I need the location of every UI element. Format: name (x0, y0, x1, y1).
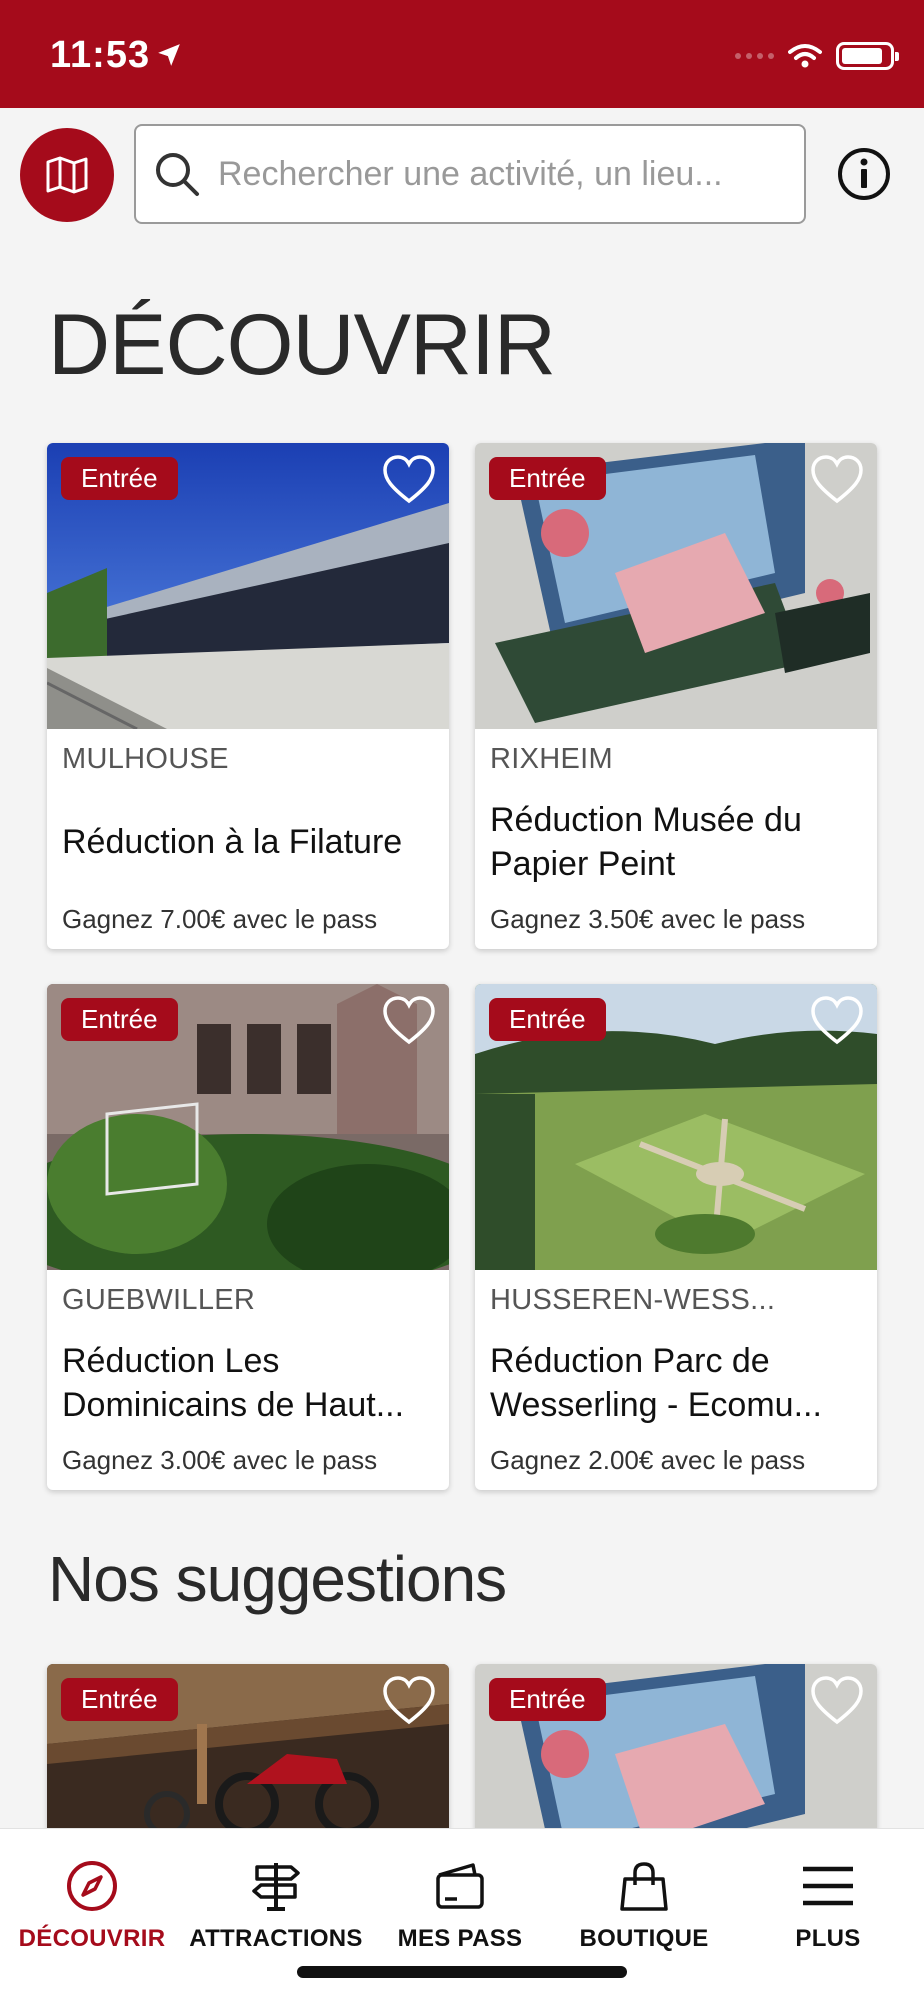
entry-badge: Entrée (489, 998, 606, 1041)
activity-card-dominicains[interactable]: Entrée GUEBWILLER Réduction Les Dominica… (47, 984, 449, 1490)
map-icon (46, 156, 88, 194)
compass-icon (67, 1861, 117, 1911)
status-time: 11:53 (50, 34, 151, 76)
location-arrow-icon (158, 44, 180, 66)
home-indicator[interactable] (297, 1966, 627, 1978)
info-icon[interactable] (836, 146, 892, 202)
shopping-bag-icon (620, 1862, 668, 1911)
favorite-heart-icon[interactable] (809, 453, 865, 505)
card-image: Entrée (47, 443, 449, 729)
status-indicators (735, 40, 899, 72)
favorite-heart-icon[interactable] (381, 1674, 437, 1726)
card-title: Réduction à la Filature (62, 823, 403, 861)
entry-badge: Entrée (61, 998, 178, 1041)
tab-mes-pass[interactable]: MES PASS (368, 1859, 552, 1953)
card-savings: Gagnez 2.00€ avec le pass (490, 1445, 806, 1475)
tab-label: MES PASS (397, 1925, 523, 1952)
card-image: Entrée (47, 984, 449, 1270)
section-title-suggestions: Nos suggestions (48, 1543, 507, 1615)
wifi-icon (788, 44, 822, 68)
card-savings: Gagnez 3.00€ avec le pass (62, 1445, 378, 1475)
card-title: Réduction Les Dominicains de Haut... (62, 1342, 405, 1424)
card-city: RIXHEIM (490, 743, 613, 775)
card-city: HUSSEREN-WESS... (490, 1284, 776, 1316)
tab-label: DÉCOUVRIR (18, 1925, 166, 1952)
map-button[interactable] (20, 128, 114, 222)
card-city: MULHOUSE (62, 743, 229, 775)
entry-badge: Entrée (489, 457, 606, 500)
favorite-heart-icon[interactable] (809, 1674, 865, 1726)
favorite-heart-icon[interactable] (381, 994, 437, 1046)
card-title: Réduction Parc de Wesserling - Ecomu... (490, 1342, 822, 1424)
tab-attractions[interactable]: ATTRACTIONS (184, 1859, 368, 1953)
tab-plus[interactable]: PLUS (736, 1859, 920, 1953)
card-savings: Gagnez 7.00€ avec le pass (62, 904, 378, 934)
card-title: Réduction Musée du Papier Peint (490, 801, 802, 883)
section-title-discover: DÉCOUVRIR (48, 297, 556, 393)
activity-card-filature[interactable]: Entrée MULHOUSE Réduction à la Filature … (47, 443, 449, 949)
menu-icon (803, 1866, 853, 1906)
card-image: Entrée (475, 984, 877, 1270)
search-input[interactable] (218, 154, 778, 194)
card-savings: Gagnez 3.50€ avec le pass (490, 904, 806, 934)
card-image: Entrée (475, 443, 877, 729)
entry-badge: Entrée (489, 1678, 606, 1721)
card-city: GUEBWILLER (62, 1284, 256, 1316)
cellular-signal-icon (735, 53, 774, 59)
search-icon (156, 153, 199, 196)
activity-card-wesserling[interactable]: Entrée HUSSEREN-WESS... Réduction Parc d… (475, 984, 877, 1490)
search-bar[interactable] (134, 124, 806, 224)
entry-badge: Entrée (61, 457, 178, 500)
favorite-heart-icon[interactable] (381, 453, 437, 505)
tab-label: PLUS (795, 1925, 861, 1952)
entry-badge: Entrée (61, 1678, 178, 1721)
signpost-icon (252, 1863, 300, 1911)
status-bar: 11:53 (0, 0, 924, 108)
battery-icon (836, 42, 899, 70)
wallet-icon (436, 1863, 484, 1909)
tab-label: BOUTIQUE (579, 1925, 709, 1952)
favorite-heart-icon[interactable] (809, 994, 865, 1046)
tab-decouvrir[interactable]: DÉCOUVRIR (0, 1859, 184, 1953)
tab-label: ATTRACTIONS (189, 1925, 363, 1952)
activity-card-papier-peint[interactable]: Entrée RIXHEIM Réduction Musée du Papier… (475, 443, 877, 949)
tab-boutique[interactable]: BOUTIQUE (552, 1859, 736, 1953)
